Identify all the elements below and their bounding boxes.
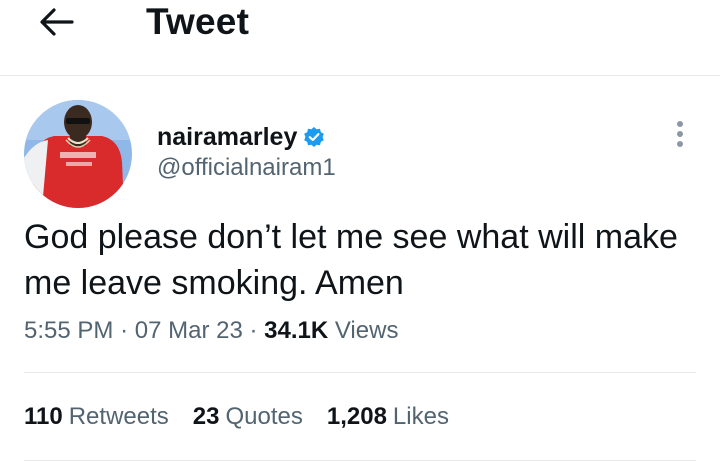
back-button[interactable] xyxy=(32,2,80,42)
separator-dot: · xyxy=(249,317,265,344)
retweets-label: Retweets xyxy=(68,403,169,430)
divider xyxy=(24,460,696,461)
author-row: nairamarley xyxy=(157,120,325,154)
likes-label: Likes xyxy=(392,403,449,430)
author-name[interactable]: nairamarley xyxy=(157,122,297,152)
views-label: Views xyxy=(334,317,399,344)
views-count: 34.1K xyxy=(264,317,329,344)
verified-badge-icon xyxy=(303,126,325,148)
separator-dot: · xyxy=(120,317,135,344)
tweet-date[interactable]: 07 Mar 23 xyxy=(135,317,243,344)
quotes-stat[interactable]: 23 Quotes xyxy=(193,402,303,432)
top-bar: Tweet xyxy=(0,0,720,76)
tweet-text: God please don’t let me see what will ma… xyxy=(24,218,678,302)
tweet-stats: 110 Retweets 23 Quotes 1,208 Likes xyxy=(24,402,449,432)
author-handle[interactable]: @officialnairam1 xyxy=(157,153,336,183)
quotes-label: Quotes xyxy=(225,403,303,430)
arrow-left-icon xyxy=(40,8,74,36)
quotes-count: 23 xyxy=(192,403,220,430)
more-options-button[interactable] xyxy=(664,114,696,154)
avatar[interactable] xyxy=(24,100,132,208)
retweets-count: 110 xyxy=(24,403,63,430)
tweet-time[interactable]: 5:55 PM xyxy=(24,317,113,344)
retweets-stat[interactable]: 110 Retweets xyxy=(24,402,169,432)
more-vertical-icon xyxy=(677,121,683,147)
tweet-meta: 5:55 PM · 07 Mar 23 · 34.1K Views xyxy=(24,316,398,346)
likes-count: 1,208 xyxy=(326,403,387,430)
page-title: Tweet xyxy=(146,1,250,42)
divider xyxy=(24,372,696,373)
likes-stat[interactable]: 1,208 Likes xyxy=(327,402,449,432)
